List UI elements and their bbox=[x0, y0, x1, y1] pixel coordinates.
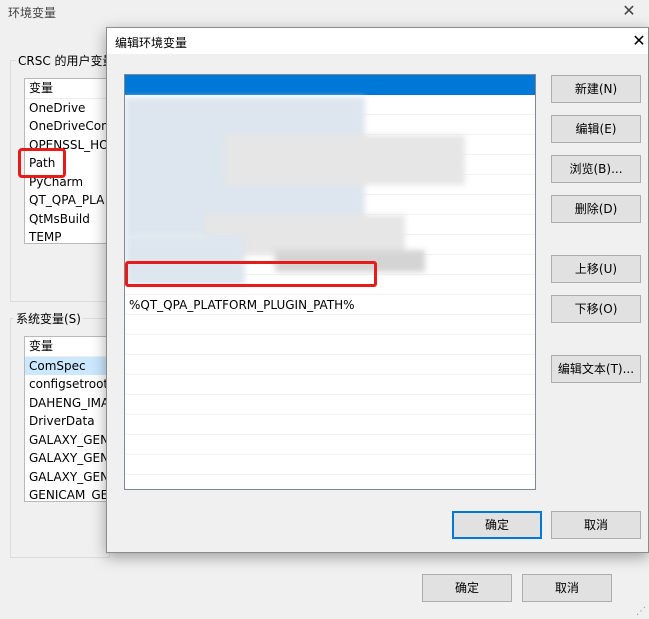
system-variables-list[interactable]: 变量 ComSpec configsetroot DAHENG_IMA Driv… bbox=[24, 336, 110, 502]
list-item[interactable] bbox=[125, 415, 535, 435]
list-item[interactable]: GALAXY_GEN bbox=[25, 468, 109, 487]
list-item[interactable] bbox=[125, 455, 535, 475]
redacted-region bbox=[225, 135, 465, 185]
close-icon[interactable]: ✕ bbox=[629, 31, 649, 51]
edit-text-button[interactable]: 编辑文本(T)... bbox=[551, 355, 641, 383]
list-item[interactable]: OneDrive bbox=[25, 99, 109, 118]
list-item-qt-plugin-path[interactable]: %QT_QPA_PLATFORM_PLUGIN_PATH% bbox=[125, 295, 535, 315]
list-item[interactable] bbox=[125, 395, 535, 415]
list-item[interactable]: QtMsBuild bbox=[25, 210, 109, 229]
cancel-button[interactable]: 取消 bbox=[522, 574, 612, 602]
list-item[interactable] bbox=[125, 435, 535, 455]
delete-button[interactable]: 删除(D) bbox=[551, 195, 641, 223]
list-item[interactable]: configsetroot bbox=[25, 375, 109, 394]
ok-button[interactable]: 确定 bbox=[422, 574, 512, 602]
list-item[interactable] bbox=[125, 355, 535, 375]
list-item[interactable]: OneDriveCon bbox=[25, 117, 109, 136]
browse-button[interactable]: 浏览(B)... bbox=[551, 155, 641, 183]
qt-plugin-path-highlight-box bbox=[125, 261, 377, 287]
column-header-variable[interactable]: 变量 bbox=[25, 79, 109, 99]
close-icon[interactable]: ✕ bbox=[620, 2, 638, 20]
list-item[interactable] bbox=[125, 315, 535, 335]
move-down-button[interactable]: 下移(O) bbox=[551, 295, 641, 323]
list-item[interactable]: GALAXY_GEN bbox=[25, 431, 109, 450]
cancel-button[interactable]: 取消 bbox=[551, 511, 641, 539]
list-item[interactable]: GENICAM_GE bbox=[25, 486, 109, 501]
list-item[interactable]: GALAXY_GEN bbox=[25, 449, 109, 468]
list-item-selected[interactable] bbox=[125, 75, 535, 95]
list-item[interactable] bbox=[125, 375, 535, 395]
resize-grip-icon[interactable]: ⋰ bbox=[636, 606, 648, 618]
column-header-variable[interactable]: 变量 bbox=[25, 337, 109, 357]
path-highlight-box bbox=[18, 148, 66, 178]
list-item[interactable]: TEMP bbox=[25, 228, 109, 243]
new-button[interactable]: 新建(N) bbox=[551, 75, 641, 103]
ok-button[interactable]: 确定 bbox=[452, 511, 542, 539]
list-item[interactable]: DAHENG_IMA bbox=[25, 394, 109, 413]
list-item[interactable] bbox=[125, 335, 535, 355]
system-variables-label: 系统变量(S) bbox=[14, 310, 83, 327]
dialog-titlebar[interactable]: 编辑环境变量 ✕ bbox=[107, 28, 648, 54]
list-item[interactable]: DriverData bbox=[25, 412, 109, 431]
user-variables-label: CRSC 的用户变量 bbox=[16, 52, 117, 69]
list-item[interactable]: QT_QPA_PLA bbox=[25, 191, 109, 210]
move-up-button[interactable]: 上移(U) bbox=[551, 255, 641, 283]
window-title: 环境变量 bbox=[8, 6, 57, 20]
dialog-title: 编辑环境变量 bbox=[115, 36, 188, 50]
edit-button[interactable]: 编辑(E) bbox=[551, 115, 641, 143]
edit-environment-variable-dialog: 编辑环境变量 ✕ %QT_QPA_PLATFORM_PLUGIN_PATH% 新… bbox=[106, 27, 649, 553]
list-item[interactable]: ComSpec bbox=[25, 356, 109, 375]
